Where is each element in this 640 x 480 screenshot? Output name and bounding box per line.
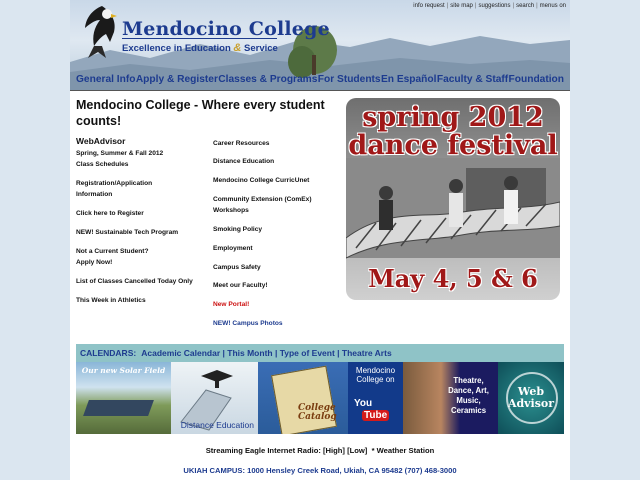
radio-low-link[interactable]: [Low] (347, 446, 367, 455)
weather-station-link[interactable]: * Weather Station (372, 446, 435, 455)
curricunet-link[interactable]: Mendocino College CurricUnet (213, 175, 309, 186)
cancelled-classes-link[interactable]: List of Classes Cancelled Today Only (76, 276, 193, 287)
meet-faculty-link[interactable]: Meet our Faculty! (213, 280, 268, 291)
utility-links: info request | site map | suggestions | search… (413, 3, 566, 9)
catalog-book-icon (271, 365, 337, 434)
page: info request | site map | suggestions | search… (70, 0, 570, 480)
tagline-underline (122, 38, 277, 39)
radio-label: Streaming Eagle Internet Radio: (205, 446, 324, 455)
calendars-label: CALENDARS: (80, 348, 137, 358)
youtube-banner[interactable]: Mendocino College on You Tube (348, 362, 403, 434)
distance-education-caption: Distance Education (180, 420, 254, 430)
apply-now-link[interactable]: Apply Now! (76, 257, 112, 268)
promo-dates: May 4, 5 & 6 (368, 264, 538, 293)
youtube-tube-logo-icon: Tube (362, 410, 390, 421)
college-catalog-banner[interactable]: College Catalog (258, 362, 348, 434)
nav-faculty-staff[interactable]: Faculty & Staff (437, 71, 508, 88)
tagline-end: Service (241, 43, 278, 54)
click-to-register-link[interactable]: Click here to Register (76, 208, 144, 219)
college-catalog-caption: College Catalog (298, 403, 337, 422)
main-nav: General Info Apply & Register Classes & … (70, 71, 570, 88)
performing-arts-caption: Theatre, Dance, Art, Music, Ceramics (448, 376, 489, 415)
suggestions-link[interactable]: suggestions (478, 3, 510, 9)
college-name-logo[interactable]: Mendocino College (122, 18, 330, 40)
web-advisor-banner[interactable]: Web Advisor (498, 362, 564, 434)
dance-festival-promo[interactable]: spring 2012 dance festival May 4, 5 & 6 (346, 98, 560, 300)
promo-title-line1: spring 2012 (362, 102, 544, 133)
registration-info-link-2[interactable]: Information (76, 189, 112, 200)
calendars-bar: CALENDARS: Academic Calendar | This Mont… (76, 344, 564, 362)
youtube-caption: Mendocino College on (355, 366, 396, 384)
web-advisor-caption: Web Advisor (507, 385, 555, 410)
this-month-link[interactable]: This Month (227, 348, 272, 358)
solar-panel-icon (83, 400, 154, 416)
nav-apply-register[interactable]: Apply & Register (136, 71, 218, 88)
nav-classes-programs[interactable]: Classes & Programs (218, 71, 317, 88)
class-schedules-link[interactable]: Class Schedules (76, 159, 128, 170)
page-headline: Mendocino College - Where every student … (76, 98, 325, 128)
comex-workshops-link[interactable]: Workshops (213, 205, 249, 216)
employment-link[interactable]: Employment (213, 243, 253, 254)
radio-links: Streaming Eagle Internet Radio: [High] [… (70, 446, 570, 455)
not-current-student-link[interactable]: Not a Current Student? (76, 246, 149, 257)
academic-calendar-link[interactable]: Academic Calendar (141, 348, 220, 358)
theatre-arts-link[interactable]: Theatre Arts (342, 348, 392, 358)
type-of-event-link[interactable]: Type of Event (280, 348, 335, 358)
distance-education-link[interactable]: Distance Education (213, 156, 274, 167)
site-header: info request | site map | suggestions | search… (70, 0, 570, 90)
nav-general-info[interactable]: General Info (76, 71, 135, 88)
eagle-logo-icon[interactable] (80, 2, 120, 62)
registration-info-link[interactable]: Registration/Application (76, 178, 152, 189)
sustainable-tech-link[interactable]: NEW! Sustainable Tech Program (76, 227, 178, 238)
tagline-start: Excellence in Education (122, 43, 234, 54)
youtube-you-text: You (354, 398, 373, 409)
menus-on-link[interactable]: menus on (540, 3, 566, 9)
nav-en-espanol[interactable]: En Español (381, 71, 436, 88)
nav-foundation[interactable]: Foundation (509, 71, 564, 88)
distance-education-banner[interactable]: Distance Education (171, 362, 258, 434)
webadvisor-schedule-link[interactable]: Spring, Summer & Fall 2012 (76, 148, 163, 159)
info-request-link[interactable]: info request (413, 3, 444, 9)
campus-photos-link[interactable]: NEW! Campus Photos (213, 318, 283, 329)
campus-safety-link[interactable]: Campus Safety (213, 262, 261, 273)
feature-banner-strip: Our new Solar Field Distance Education C… (76, 362, 564, 434)
smoking-policy-link[interactable]: Smoking Policy (213, 224, 262, 235)
athletics-link[interactable]: This Week in Athletics (76, 295, 146, 306)
solar-field-caption: Our new Solar Field (81, 366, 166, 375)
campus-address: UKIAH CAMPUS: 1000 Hensley Creek Road, U… (183, 466, 457, 475)
nav-divider (70, 90, 570, 91)
webadvisor-link[interactable]: WebAdvisor (76, 136, 125, 146)
promo-title-line2: dance festival (348, 130, 558, 161)
nav-for-students[interactable]: For Students (318, 71, 381, 88)
comex-link[interactable]: Community Extension (ComEx) (213, 194, 312, 205)
tagline: Excellence in Education & Service (122, 42, 278, 54)
radio-high-link[interactable]: [High] (323, 446, 345, 455)
site-map-link[interactable]: site map (450, 3, 473, 9)
solar-field-banner[interactable]: Our new Solar Field (76, 362, 171, 434)
career-resources-link[interactable]: Career Resources (213, 138, 269, 149)
performing-arts-banner[interactable]: Theatre, Dance, Art, Music, Ceramics (403, 362, 498, 434)
search-link[interactable]: search (516, 3, 534, 9)
new-portal-link[interactable]: New Portal! (213, 299, 249, 310)
